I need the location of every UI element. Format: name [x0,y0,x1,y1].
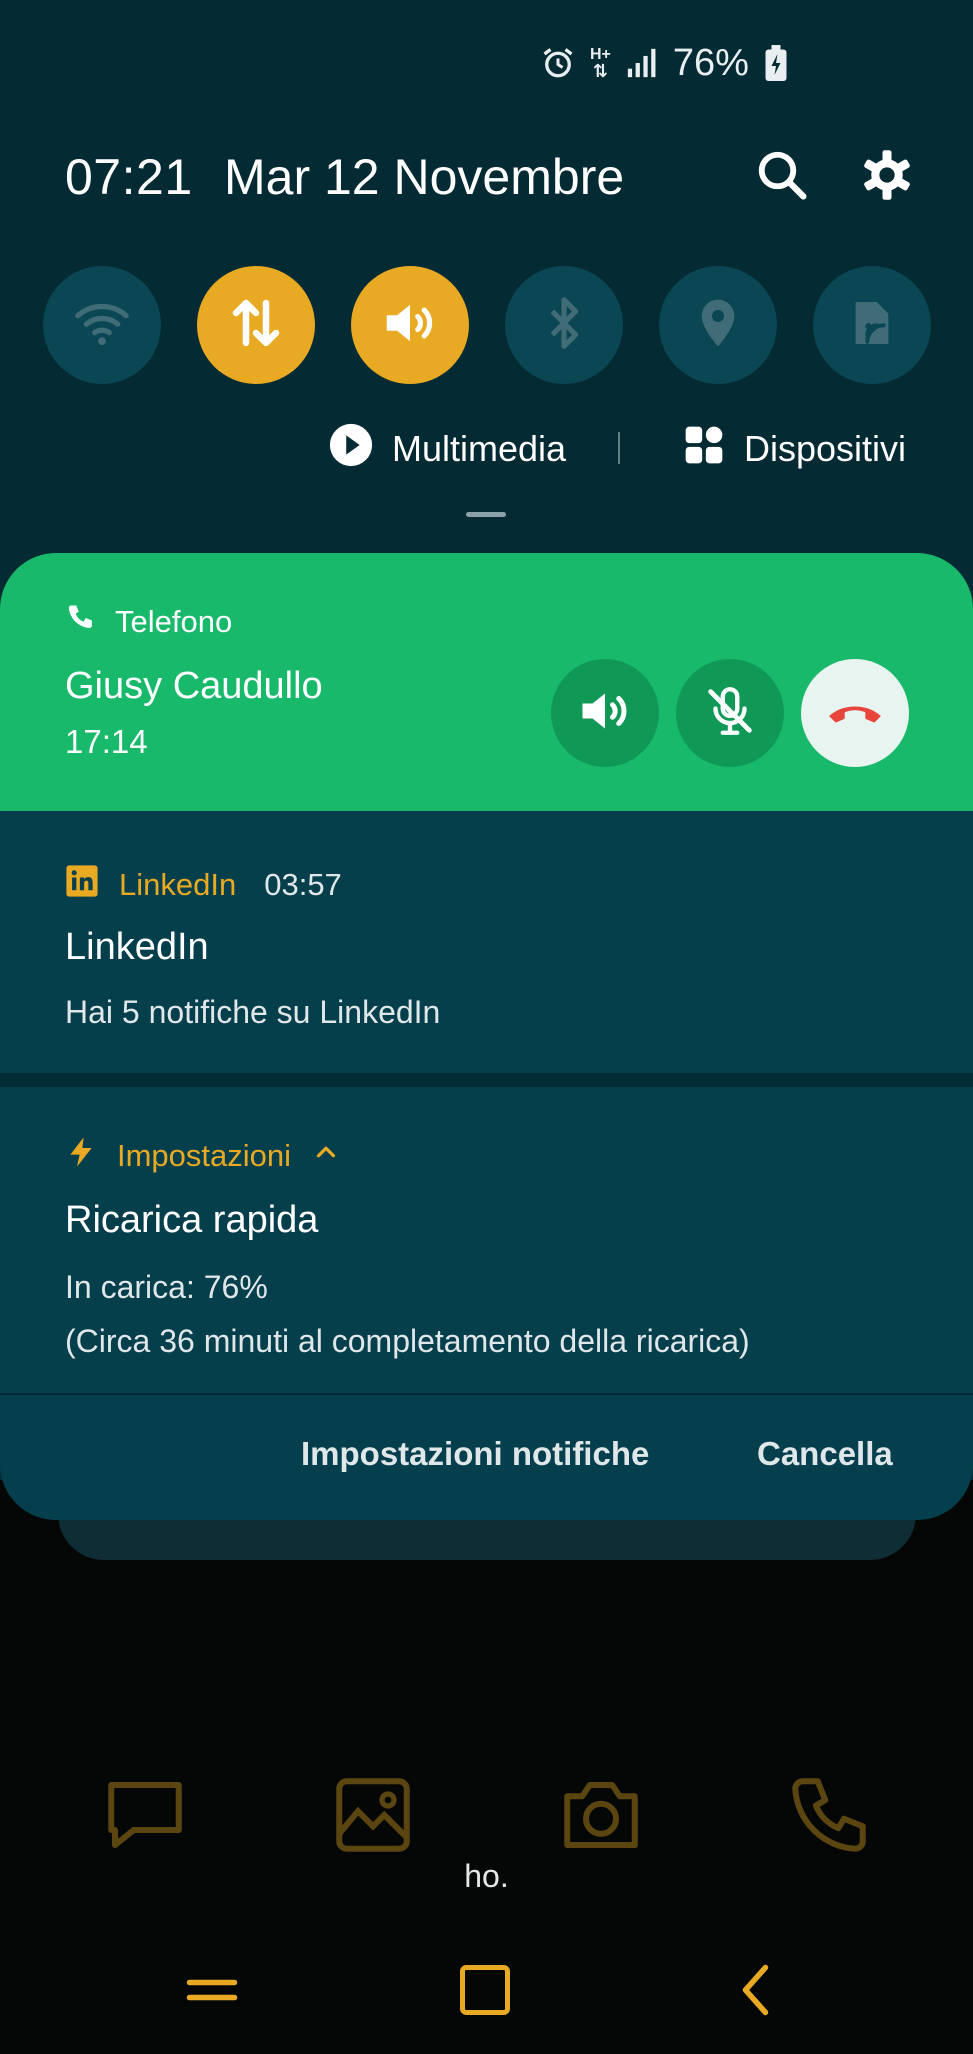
drag-handle[interactable] [466,512,506,517]
wifi-icon [73,294,131,357]
nfc-icon [844,295,900,356]
search-icon[interactable] [755,148,809,202]
notification-title: Ricarica rapida [65,1199,319,1241]
notification-title: LinkedIn [65,926,209,968]
mic-off-icon [701,682,759,745]
clear-button[interactable]: Cancella [757,1435,893,1473]
charging-notification[interactable]: Impostazioni Ricarica rapida In carica: … [0,1087,973,1393]
recent-apps-button[interactable] [182,1960,242,2020]
charging-status: In carica: 76% [65,1269,268,1305]
signal-icon [625,46,659,80]
battery-percent: 76% [672,41,749,84]
phone-app-icon [784,1770,874,1860]
volume-icon [379,292,441,359]
mobile-data-toggle[interactable] [197,266,315,384]
divider [618,432,620,464]
multimedia-label: Multimedia [392,428,567,469]
bluetooth-toggle[interactable] [505,266,623,384]
home-square-icon [455,1965,515,2024]
end-call-button[interactable] [801,659,909,767]
call-app-header: Telefono [65,603,232,641]
alarm-icon [540,45,576,81]
linkedin-notification[interactable]: LinkedIn 03:57 LinkedIn Hai 5 notifiche … [0,814,973,1073]
camera-icon [556,1770,646,1860]
battery-charging-icon [763,45,789,81]
call-duration: 17:14 [65,723,148,760]
location-toggle[interactable] [659,266,777,384]
status-bar: H+ ⇅ 76% [540,40,789,86]
notification-settings-button[interactable]: Impostazioni notifiche [301,1435,649,1473]
speaker-icon [575,681,635,746]
speaker-button[interactable] [551,659,659,767]
phone-icon [65,603,95,641]
linkedin-app-header: LinkedIn 03:57 [65,864,342,906]
network-type-icon: H+ ⇅ [590,46,611,81]
background-text: ho. [464,1858,509,1894]
mute-button[interactable] [676,659,784,767]
notification-panel: Telefono Giusy Caudullo 17:14 LinkedIn 0… [0,553,973,1520]
location-pin-icon [690,295,746,356]
gallery-icon [328,1770,418,1860]
chevron-up-icon[interactable] [311,1137,341,1175]
gear-icon[interactable] [860,148,914,202]
lightning-icon [65,1135,97,1177]
charging-eta: (Circa 36 minuti al completamento della … [65,1323,750,1359]
recents-icon [182,1979,242,2024]
devices-button[interactable]: Dispositivi [682,424,906,474]
settings-app-header: Impostazioni [65,1135,341,1177]
home-button[interactable] [455,1960,515,2020]
notification-separator [0,1073,973,1087]
linkedin-app-name: LinkedIn [119,867,237,902]
notification-time: 03:57 [264,867,342,902]
back-chevron-icon [728,1964,788,2024]
linkedin-logo-icon [65,864,99,906]
messages-icon [100,1770,190,1860]
notification-text: Hai 5 notifiche su LinkedIn [65,994,441,1030]
caller-name: Giusy Caudullo [65,665,323,707]
panel-actions: Impostazioni notifiche Cancella [0,1395,973,1520]
play-icon [328,422,374,477]
sound-toggle[interactable] [351,266,469,384]
data-transfer-icon [226,293,286,358]
nfc-toggle[interactable] [813,266,931,384]
wifi-toggle[interactable] [43,266,161,384]
multimedia-button[interactable]: Multimedia [328,422,567,477]
hang-up-icon [824,680,886,747]
clock: 07:21 [65,149,193,205]
settings-app-name: Impostazioni [117,1138,292,1173]
devices-grid-icon [682,423,726,476]
devices-label: Dispositivi [744,428,907,469]
back-button[interactable] [728,1960,788,2020]
bluetooth-icon [536,295,592,356]
date: Mar 12 Novembre [224,149,625,205]
call-notification[interactable]: Telefono Giusy Caudullo 17:14 [0,553,973,811]
call-app-name: Telefono [115,604,233,639]
